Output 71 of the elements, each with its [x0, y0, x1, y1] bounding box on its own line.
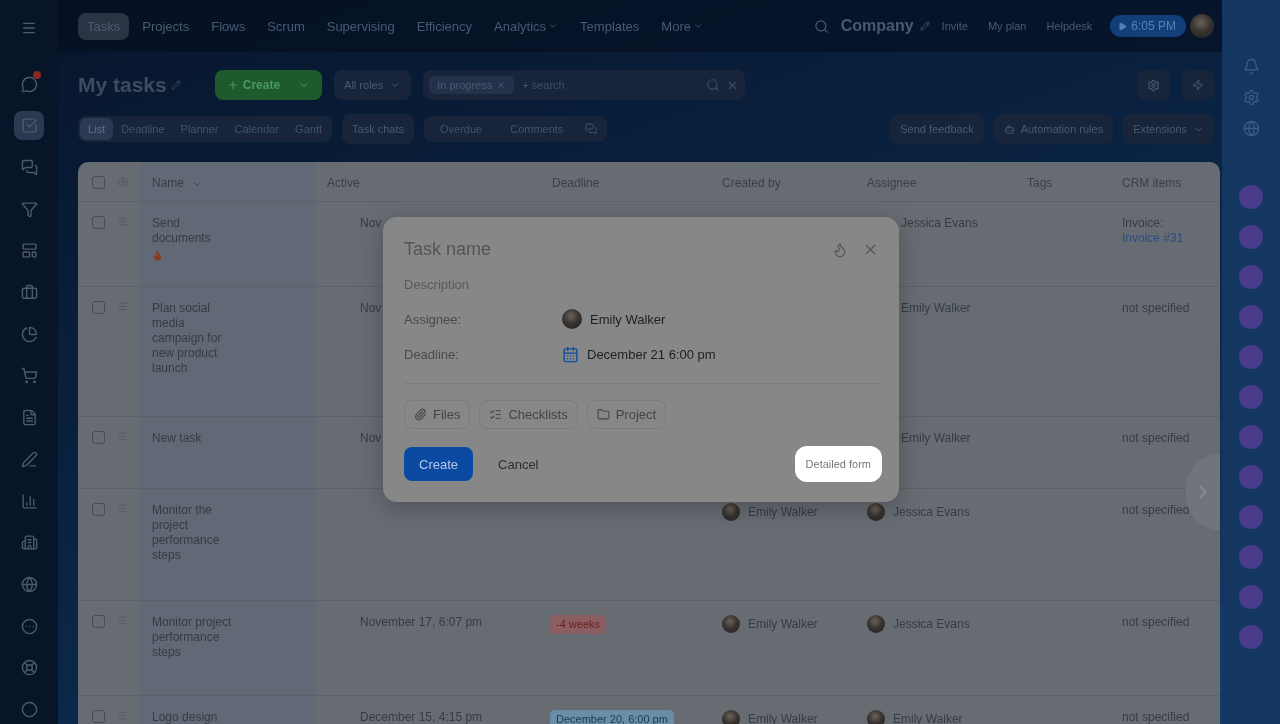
play-icon — [1118, 21, 1128, 31]
contact-avatar[interactable] — [1239, 545, 1263, 569]
calendar-icon — [562, 346, 579, 363]
paperclip-icon — [414, 408, 427, 421]
create-button[interactable]: Create — [214, 70, 323, 100]
row-checkbox[interactable] — [92, 710, 105, 723]
contact-avatar[interactable] — [1239, 265, 1263, 289]
company-name[interactable]: Company — [840, 17, 914, 35]
contact-avatar[interactable] — [1239, 625, 1263, 649]
user-avatar — [562, 309, 582, 329]
attachment-button[interactable]: Checklists — [479, 400, 578, 429]
detailed-form-button[interactable]: Detailed form — [794, 446, 882, 482]
pencil-icon[interactable] — [919, 21, 930, 31]
attachment-button[interactable]: Files — [404, 400, 471, 429]
user-avatar — [722, 503, 740, 521]
contact-avatar[interactable] — [1239, 385, 1263, 409]
user-avatar[interactable] — [1190, 14, 1214, 38]
lightning-button[interactable] — [1182, 70, 1214, 100]
field-value[interactable]: Emily Walker — [590, 311, 666, 327]
select-all-checkbox[interactable] — [92, 176, 105, 189]
plus-icon — [226, 79, 239, 91]
nav-tab[interactable]: More — [652, 12, 712, 40]
search-icon[interactable] — [706, 78, 721, 92]
row-checkbox[interactable] — [92, 615, 105, 628]
nav-link[interactable]: Helpdesk — [1038, 20, 1101, 32]
invoice-link[interactable]: Invoice #31 — [1122, 231, 1184, 245]
row-checkbox[interactable] — [92, 216, 105, 229]
user-avatar — [722, 710, 740, 724]
row-checkbox[interactable] — [92, 503, 105, 516]
search-icon[interactable] — [813, 18, 829, 34]
cancel-button[interactable]: Cancel — [483, 448, 554, 480]
contact-avatar[interactable] — [1239, 225, 1263, 249]
nav-tab[interactable]: Scrum — [258, 12, 314, 40]
contact-avatar[interactable] — [1239, 585, 1263, 609]
settings-button[interactable] — [1137, 70, 1170, 100]
nav-tab[interactable]: Projects — [133, 12, 199, 40]
gear-icon[interactable] — [1242, 89, 1260, 106]
robot-icon — [1003, 123, 1015, 135]
contact-avatar[interactable] — [1239, 465, 1263, 489]
nav-tab[interactable]: Flows — [202, 12, 255, 40]
tasks-icon[interactable] — [14, 111, 44, 141]
nav-tab[interactable]: Templates — [571, 12, 649, 40]
contact-avatar[interactable] — [1239, 305, 1263, 329]
contact-avatar[interactable] — [1239, 505, 1263, 529]
row-checkbox[interactable] — [92, 431, 105, 444]
globe-icon[interactable] — [1242, 120, 1260, 137]
pencil-icon[interactable] — [170, 80, 181, 90]
field-value[interactable]: December 21 6:00 pm — [587, 347, 716, 362]
settings-icon — [1147, 78, 1160, 92]
deadline-badge: -4 weeks — [550, 615, 607, 634]
user-avatar — [722, 615, 740, 633]
nav-link[interactable]: My plan — [979, 20, 1035, 32]
create-button[interactable]: Create — [404, 447, 474, 481]
contact-avatar[interactable] — [1239, 425, 1263, 449]
flame-icon[interactable] — [832, 241, 848, 258]
close-icon[interactable] — [496, 80, 507, 90]
clock-button[interactable]: 6:05 PM — [1110, 15, 1186, 37]
contact-avatar[interactable] — [1239, 345, 1263, 369]
nav-tab[interactable]: Supervising — [317, 12, 404, 40]
lightning-icon — [1192, 79, 1204, 91]
field-label: Assignee: — [404, 311, 463, 327]
row-checkbox[interactable] — [92, 301, 105, 314]
attachment-button[interactable]: Project — [586, 400, 667, 429]
nav-tab[interactable]: Analytics — [485, 12, 568, 40]
nav-link[interactable]: Invite — [933, 20, 976, 32]
field-label: Deadline: — [404, 347, 460, 362]
folder-icon — [596, 408, 610, 421]
checklist-icon — [489, 408, 503, 421]
contact-avatar[interactable] — [1239, 185, 1263, 209]
nav-tab[interactable]: Efficiency — [407, 12, 482, 40]
bell-icon[interactable] — [1242, 58, 1260, 75]
